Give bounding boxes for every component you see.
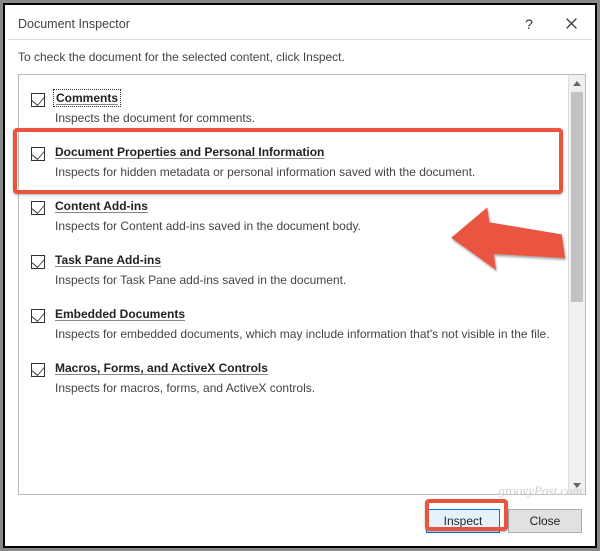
content-panel: Comments Inspects the document for comme…: [18, 74, 586, 495]
checkbox-task-pane-addins[interactable]: [31, 255, 45, 269]
item-desc: Inspects for embedded documents, which m…: [55, 327, 556, 341]
chevron-down-icon: [573, 483, 581, 488]
chevron-up-icon: [573, 81, 581, 86]
item-title: Embedded Documents: [55, 307, 185, 321]
titlebar: Document Inspector ?: [8, 8, 592, 40]
checkbox-macros[interactable]: [31, 363, 45, 377]
dialog-footer: Inspect Close: [8, 501, 592, 543]
item-title: Document Properties and Personal Informa…: [55, 145, 324, 159]
checkbox-content-addins[interactable]: [31, 201, 45, 215]
item-content-addins: Content Add-ins Inspects for Content add…: [27, 193, 560, 247]
item-text: Macros, Forms, and ActiveX Controls Insp…: [55, 361, 556, 395]
dialog-title: Document Inspector: [18, 17, 508, 31]
item-title: Task Pane Add-ins: [55, 253, 161, 267]
item-desc: Inspects for Content add-ins saved in th…: [55, 219, 556, 233]
item-embedded-docs: Embedded Documents Inspects for embedded…: [27, 301, 560, 355]
scrollbar[interactable]: [568, 75, 585, 494]
item-title: Comments: [55, 91, 119, 105]
item-text: Document Properties and Personal Informa…: [55, 145, 556, 179]
inspect-button[interactable]: Inspect: [426, 509, 500, 533]
instruction-text: To check the document for the selected c…: [8, 40, 592, 74]
item-comments: Comments Inspects the document for comme…: [27, 85, 560, 139]
item-text: Comments Inspects the document for comme…: [55, 91, 556, 125]
checkbox-comments[interactable]: [31, 93, 45, 107]
item-doc-properties: Document Properties and Personal Informa…: [27, 139, 560, 193]
close-button[interactable]: [550, 8, 592, 40]
checkbox-embedded-docs[interactable]: [31, 309, 45, 323]
help-button[interactable]: ?: [508, 8, 550, 40]
item-desc: Inspects for hidden metadata or personal…: [55, 165, 556, 179]
screenshot-frame: Document Inspector ? To check the docume…: [3, 3, 597, 548]
item-desc: Inspects the document for comments.: [55, 111, 556, 125]
item-text: Content Add-ins Inspects for Content add…: [55, 199, 556, 233]
scroll-track[interactable]: [569, 92, 585, 477]
scroll-down-button[interactable]: [569, 477, 585, 494]
close-dialog-button[interactable]: Close: [508, 509, 582, 533]
scroll-thumb[interactable]: [571, 92, 583, 302]
item-text: Task Pane Add-ins Inspects for Task Pane…: [55, 253, 556, 287]
item-text: Embedded Documents Inspects for embedded…: [55, 307, 556, 341]
items-list: Comments Inspects the document for comme…: [19, 75, 568, 494]
item-title: Content Add-ins: [55, 199, 148, 213]
document-inspector-dialog: Document Inspector ? To check the docume…: [8, 8, 592, 543]
close-icon: [566, 18, 577, 29]
scroll-up-button[interactable]: [569, 75, 585, 92]
item-desc: Inspects for Task Pane add-ins saved in …: [55, 273, 556, 287]
checkbox-doc-properties[interactable]: [31, 147, 45, 161]
item-title: Macros, Forms, and ActiveX Controls: [55, 361, 268, 375]
item-task-pane-addins: Task Pane Add-ins Inspects for Task Pane…: [27, 247, 560, 301]
item-macros: Macros, Forms, and ActiveX Controls Insp…: [27, 355, 560, 409]
item-desc: Inspects for macros, forms, and ActiveX …: [55, 381, 556, 395]
